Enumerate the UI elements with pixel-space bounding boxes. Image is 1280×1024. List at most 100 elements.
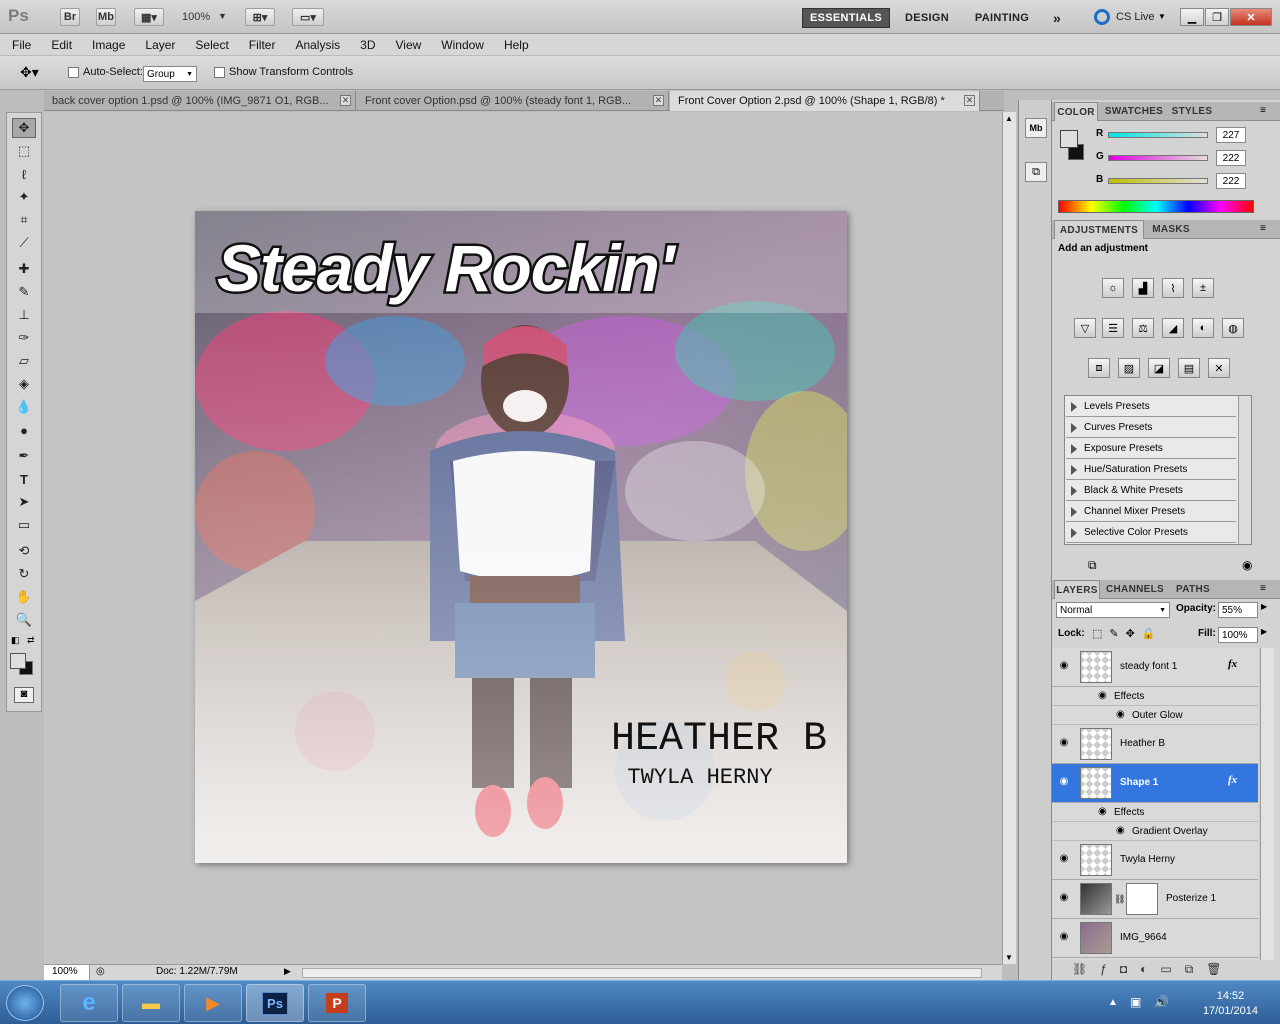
layer-steady-font[interactable]: ◉ steady font 1 fx — [1052, 648, 1258, 687]
screen-mode-button[interactable]: ▭▾ — [292, 8, 324, 26]
pen-tool-icon[interactable]: ✒ — [12, 446, 36, 466]
menu-filter[interactable]: Filter — [237, 38, 284, 52]
photo-filter-icon[interactable]: ◐ — [1192, 318, 1214, 338]
history-panel-icon[interactable]: ⧉ — [1025, 162, 1047, 182]
workspace-painting[interactable]: PAINTING — [966, 8, 1038, 28]
eye-icon[interactable]: ◉ — [1098, 806, 1107, 817]
powerpoint-taskbar-icon[interactable]: P — [308, 984, 366, 1022]
eye-icon[interactable]: ◉ — [1058, 776, 1070, 788]
color-spectrum-ramp[interactable] — [1058, 200, 1254, 213]
close-icon[interactable]: ✕ — [653, 95, 664, 106]
hue-saturation-icon[interactable]: ☰ — [1102, 318, 1124, 338]
clone-stamp-tool-icon[interactable]: ⊥ — [12, 305, 36, 325]
gradient-map-icon[interactable]: ▤ — [1178, 358, 1200, 378]
auto-select-dropdown[interactable]: Group ▼ — [143, 66, 197, 82]
blend-mode-dropdown[interactable]: Normal ▼ — [1056, 602, 1170, 618]
exposure-icon[interactable]: ± — [1192, 278, 1214, 298]
opacity-arrow-icon[interactable]: ▶ — [1261, 602, 1267, 611]
tab-paths[interactable]: PATHS — [1170, 580, 1216, 599]
transform-controls-checkbox[interactable] — [214, 67, 225, 78]
start-button[interactable] — [6, 985, 44, 1021]
tab-styles[interactable]: STYLES — [1170, 102, 1214, 121]
panel-menu-icon[interactable]: ≡ — [1260, 105, 1266, 116]
photoshop-taskbar-icon[interactable]: Ps — [246, 984, 304, 1022]
fill-arrow-icon[interactable]: ▶ — [1261, 627, 1267, 636]
channel-mixer-icon[interactable]: ◍ — [1222, 318, 1244, 338]
menu-analysis[interactable]: Analysis — [283, 38, 348, 52]
volume-icon[interactable]: 🔊 — [1154, 995, 1169, 1009]
extras-view-button[interactable]: ▦▾ — [134, 8, 164, 26]
channel-g-slider[interactable] — [1108, 155, 1208, 161]
exposure-presets[interactable]: Exposure Presets — [1066, 439, 1236, 459]
layer-twyla-herny[interactable]: ◉ Twyla Herny — [1052, 841, 1258, 880]
crop-tool-icon[interactable]: ⌗ — [12, 210, 36, 230]
layer-effects-icon[interactable]: fx — [1228, 774, 1237, 786]
color-balance-icon[interactable]: ⚖ — [1132, 318, 1154, 338]
more-workspaces-button[interactable]: » — [1044, 8, 1070, 28]
menu-select[interactable]: Select — [183, 38, 236, 52]
eye-icon[interactable]: ◉ — [1116, 825, 1125, 836]
healing-brush-tool-icon[interactable]: ✚ — [12, 259, 36, 279]
brush-tool-icon[interactable]: ✎ — [12, 282, 36, 302]
eye-icon[interactable]: ◉ — [1098, 690, 1107, 701]
opacity-input[interactable]: 55% — [1218, 602, 1258, 618]
close-icon[interactable]: ✕ — [340, 95, 351, 106]
workspace-design[interactable]: DESIGN — [896, 8, 958, 28]
mini-bridge-button[interactable]: Mb — [96, 8, 116, 26]
channel-r-value[interactable]: 227 — [1216, 127, 1246, 143]
panel-menu-icon[interactable]: ≡ — [1260, 583, 1266, 594]
dodge-tool-icon[interactable]: ● — [12, 420, 36, 440]
black-white-presets[interactable]: Black & White Presets — [1066, 481, 1236, 501]
menu-window[interactable]: Window — [429, 38, 492, 52]
black-white-icon[interactable]: ◢ — [1162, 318, 1184, 338]
menu-image[interactable]: Image — [80, 38, 133, 52]
mini-bridge-panel-icon[interactable]: Mb — [1025, 118, 1047, 138]
scroll-down-icon[interactable]: ▼ — [1005, 953, 1013, 962]
effect-outer-glow[interactable]: ◉ Outer Glow — [1052, 706, 1258, 725]
close-icon[interactable]: ✕ — [964, 95, 975, 106]
selective-color-icon[interactable]: ✕ — [1208, 358, 1230, 378]
network-icon[interactable]: ▣ — [1130, 995, 1141, 1009]
layer-effects-icon[interactable]: fx — [1228, 658, 1237, 670]
canvas-vertical-scrollbar[interactable]: ▲ ▼ — [1002, 112, 1016, 964]
eraser-tool-icon[interactable]: ▱ — [12, 351, 36, 371]
media-player-icon[interactable]: ▶ — [184, 984, 242, 1022]
selective-color-presets[interactable]: Selective Color Presets — [1066, 523, 1236, 543]
layer-posterize[interactable]: ◉ ⛓ Posterize 1 — [1052, 880, 1258, 919]
eye-icon[interactable]: ◉ — [1058, 853, 1070, 865]
chevron-down-icon[interactable]: ▼ — [1158, 12, 1166, 21]
menu-file[interactable]: File — [0, 38, 39, 52]
menu-layer[interactable]: Layer — [133, 38, 183, 52]
eye-icon[interactable]: ◉ — [1058, 931, 1070, 943]
eye-icon[interactable]: ◉ — [1058, 737, 1070, 749]
tab-masks[interactable]: MASKS — [1146, 220, 1196, 239]
zoom-tool-icon[interactable]: 🔍 — [12, 610, 36, 630]
tab-channels[interactable]: CHANNELS — [1104, 580, 1166, 599]
path-selection-tool-icon[interactable]: ➤ — [12, 492, 36, 512]
3d-orbit-tool-icon[interactable]: ↻ — [12, 564, 36, 584]
panel-menu-icon[interactable]: ≡ — [1260, 223, 1266, 234]
tab-color[interactable]: COLOR — [1054, 102, 1098, 121]
auto-select-checkbox[interactable] — [68, 67, 79, 78]
channel-mixer-presets[interactable]: Channel Mixer Presets — [1066, 502, 1236, 522]
vibrance-icon[interactable]: ▽ — [1074, 318, 1096, 338]
restore-button[interactable]: ❐ — [1205, 8, 1229, 26]
bridge-button[interactable]: Br — [60, 8, 80, 26]
internet-explorer-icon[interactable]: e — [60, 984, 118, 1022]
move-tool-icon[interactable]: ✥ — [12, 118, 36, 138]
channel-b-value[interactable]: 222 — [1216, 173, 1246, 189]
layer-heather-b[interactable]: ◉ Heather B — [1052, 725, 1258, 764]
arrange-documents-button[interactable]: ⊞▾ — [245, 8, 275, 26]
tab-front-cover[interactable]: Front cover Option.psd @ 100% (steady fo… — [357, 91, 669, 111]
eyedropper-tool-icon[interactable]: ⟋ — [12, 233, 36, 253]
mask-thumbnail[interactable] — [1126, 883, 1158, 915]
menu-view[interactable]: View — [383, 38, 429, 52]
tray-expand-icon[interactable]: ▲ — [1108, 997, 1118, 1008]
type-tool-icon[interactable]: T — [12, 469, 36, 489]
swap-colors-icon[interactable]: ⇄ — [27, 635, 35, 646]
menu-edit[interactable]: Edit — [39, 38, 80, 52]
threshold-icon[interactable]: ◪ — [1148, 358, 1170, 378]
layers-footer-icons[interactable]: ⛓ƒ◘◐▭⧉🗑 — [1072, 962, 1235, 977]
history-brush-tool-icon[interactable]: ✑ — [12, 328, 36, 348]
status-info-icon[interactable]: ◎ — [96, 966, 105, 977]
